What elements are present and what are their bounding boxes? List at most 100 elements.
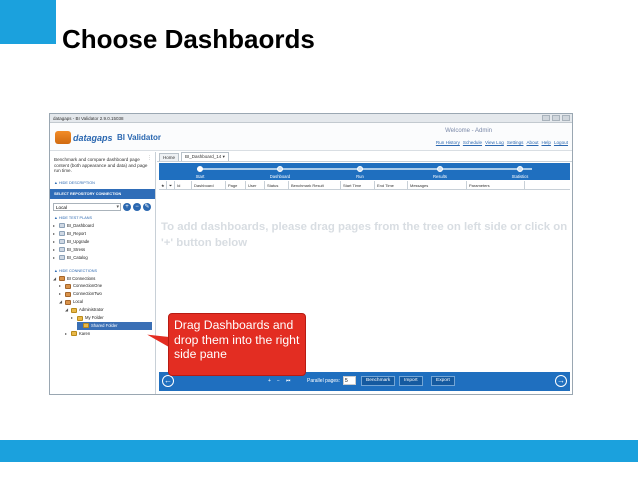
test-plan-tree: ▸ BI_Dashboard ▸ BI_Report ▸ BI_Upgrade ▸ BI… — [50, 221, 155, 263]
user-icon — [71, 307, 77, 313]
col-id[interactable]: Id — [175, 180, 192, 190]
maximize-button[interactable] — [552, 115, 560, 121]
benchmark-button[interactable]: Benchmark — [361, 376, 396, 386]
link-settings[interactable]: Settings — [507, 140, 524, 145]
tree-item[interactable]: ▸ BI_Upgrade — [53, 238, 152, 246]
first-page-icon[interactable]: ⏮ — [286, 378, 291, 384]
add-repo-icon[interactable]: + — [123, 203, 131, 211]
empty-grid-message: To add dashboards, please drag pages fro… — [161, 221, 568, 249]
connection-icon — [65, 299, 71, 305]
test-plan-icon — [59, 223, 65, 229]
add-icon[interactable]: + — [268, 378, 271, 384]
col-status[interactable]: Status — [265, 180, 289, 190]
welcome-text: Welcome - Admin — [445, 128, 492, 134]
top-links: Run History Schedule View Log Settings A… — [436, 140, 568, 145]
folder-icon — [77, 315, 83, 321]
tree-item-label: Shared Folder — [91, 322, 118, 328]
wizard-label-results: Results — [433, 174, 447, 179]
wizard-label-start: Start — [195, 174, 205, 179]
parallel-pages-select[interactable]: 5 — [343, 376, 356, 385]
tree-item[interactable]: ▸ BI_Stress — [53, 246, 152, 254]
remove-icon[interactable]: − — [277, 378, 280, 384]
scroll-icon[interactable]: ⋮ — [147, 155, 152, 162]
tree-item[interactable]: ▸ BI_Catalog — [53, 254, 152, 262]
col-parameters[interactable]: Parameters — [467, 180, 525, 190]
connections-icon — [59, 275, 65, 281]
tab-bi-dashboard[interactable]: BI_Dashboard_14 ▾ — [181, 152, 229, 161]
wizard-label-statistics: Statistics — [511, 174, 529, 179]
next-arrow-icon[interactable]: → — [555, 375, 567, 387]
link-help[interactable]: Help — [541, 140, 550, 145]
wizard-dot-start[interactable] — [197, 166, 203, 172]
test-plan-icon — [59, 247, 65, 253]
close-button[interactable] — [562, 115, 570, 121]
tree-item[interactable]: ◢ Administrator — [53, 306, 152, 314]
link-schedule[interactable]: Schedule — [463, 140, 482, 145]
link-view-log[interactable]: View Log — [485, 140, 504, 145]
col-messages[interactable]: Messages — [408, 180, 467, 190]
connection-tree: ◢ BI Connections ▸ ConnectionOne ▸ Connecti… — [50, 274, 155, 339]
tree-item[interactable]: ▸ ConnectionTwo — [53, 290, 152, 298]
folder-icon — [83, 323, 89, 329]
import-button[interactable]: Import — [399, 376, 423, 386]
app-name: BI Validator — [117, 133, 162, 142]
callout: Drag Dashboards and drop them into the r… — [168, 313, 306, 376]
tree-item-label: BI_Report — [67, 230, 86, 236]
tree-item-label: BI_Catalog — [67, 254, 88, 260]
slide-title: Choose Dashbaords — [62, 24, 315, 54]
description: Benchmark and compare dashboard page con… — [50, 152, 155, 180]
col-start-time[interactable]: Start Time — [341, 180, 375, 190]
connection-icon — [65, 283, 71, 289]
wizard-dot-results[interactable] — [437, 166, 443, 172]
tree-item[interactable]: ◢ BI Connections — [53, 275, 152, 283]
repo-row: Local + − ✎ — [50, 199, 155, 215]
link-logout[interactable]: Logout — [554, 140, 568, 145]
back-arrow-icon[interactable]: ← — [162, 375, 174, 387]
minimize-button[interactable] — [542, 115, 550, 121]
remove-repo-icon[interactable]: − — [133, 203, 141, 211]
col-dashboard[interactable]: Dashboard — [192, 180, 226, 190]
tree-item[interactable]: ▸ BI_Dashboard — [53, 222, 152, 230]
col-user[interactable]: User — [246, 180, 265, 190]
tree-item[interactable]: ▸ ConnectionOne — [53, 282, 152, 290]
col-page[interactable]: Page — [226, 180, 246, 190]
hide-description-link[interactable]: ▲ HIDE DESCRIPTION — [50, 180, 155, 186]
tab-label: BI_Dashboard_14 — [185, 154, 222, 159]
link-about[interactable]: About — [526, 140, 538, 145]
tab-bar: Home BI_Dashboard_14 ▾ — [157, 152, 572, 162]
col-end-time[interactable]: End Time — [375, 180, 408, 190]
app-window: datagaps - BI Validator 2.9.0.15038 data… — [49, 113, 573, 395]
col-benchmark-result[interactable]: Benchmark Result — [289, 180, 341, 190]
wizard-label-dashboard: Dashboard — [269, 174, 291, 179]
export-button[interactable]: Export — [431, 376, 455, 386]
edit-repo-icon[interactable]: ✎ — [143, 203, 151, 211]
tree-item[interactable]: ▸ Karen — [53, 330, 152, 338]
tree-item-label: BI_Stress — [67, 246, 86, 252]
tree-item-label: My Folder — [85, 315, 104, 321]
wizard-dot-run[interactable] — [357, 166, 363, 172]
repo-select[interactable]: Local — [53, 203, 121, 211]
window-titlebar: datagaps - BI Validator 2.9.0.15038 — [50, 114, 572, 123]
wizard-label-run: Run — [356, 174, 364, 179]
filter-icon[interactable]: ⏷ — [167, 180, 175, 190]
tab-dropdown-icon[interactable]: ▾ — [223, 154, 225, 159]
logo: datagaps — [55, 131, 113, 144]
select-all-checkbox[interactable]: ★ — [159, 180, 167, 190]
left-pane: Benchmark and compare dashboard page con… — [50, 152, 156, 394]
wizard-dot-dashboard[interactable] — [277, 166, 283, 172]
test-plan-icon — [59, 239, 65, 245]
tab-home[interactable]: Home — [159, 153, 180, 161]
pager: + − ⏮ — [268, 378, 290, 384]
tree-item[interactable]: ◢ Local — [53, 298, 152, 306]
tree-item[interactable]: ▸ My Folder — [53, 314, 152, 322]
window-title: datagaps - BI Validator 2.9.0.15038 — [53, 116, 124, 121]
tree-item-selected[interactable]: Shared Folder — [77, 321, 152, 330]
bottom-accent-bar — [0, 440, 638, 462]
logo-icon — [55, 131, 71, 144]
tree-item[interactable]: ▸ BI_Report — [53, 230, 152, 238]
wizard-dot-statistics[interactable] — [517, 166, 523, 172]
link-run-history[interactable]: Run History — [436, 140, 460, 145]
wizard-steps: Start Dashboard Run Results Statistics — [159, 163, 570, 180]
tree-item-label: BI_Upgrade — [67, 238, 90, 244]
user-icon — [71, 331, 77, 337]
